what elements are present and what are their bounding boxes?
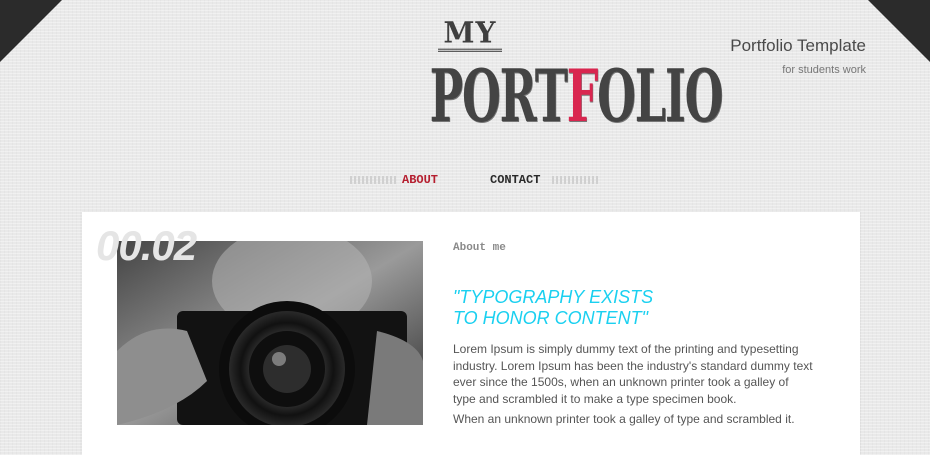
paragraph-main: Lorem Ipsum is simply dummy text of the …	[453, 342, 813, 406]
quote-text: "TYPOGRAPHY EXISTS TO HONOR CONTENT"	[453, 287, 654, 328]
nav-decoration-left	[350, 176, 396, 184]
logo-my-text: MY	[437, 17, 503, 52]
nav-decoration-right	[552, 176, 598, 184]
content-panel: 00.02 About me "TYPOGRAPHY EXISTS TO HON…	[82, 212, 860, 455]
logo-text-part: PORT	[429, 53, 568, 138]
page-number: 00.02	[96, 222, 197, 269]
main-navigation: ABOUT CONTACT	[350, 170, 600, 190]
tagline-title: Portfolio Template	[730, 36, 866, 55]
nav-link-contact[interactable]: CONTACT	[490, 173, 540, 187]
nav-link-about[interactable]: ABOUT	[402, 173, 438, 187]
site-tagline: Portfolio Template for students work	[730, 36, 866, 76]
quote-heading: "TYPOGRAPHY EXISTS TO HONOR CONTENT"	[453, 287, 753, 329]
corner-decoration-left	[0, 0, 62, 62]
logo-text-part: OLIO	[597, 53, 723, 138]
logo-portfolio-text: PORTFOLIO	[429, 51, 724, 141]
corner-decoration-right	[868, 0, 930, 62]
section-label: About me	[453, 242, 506, 254]
site-logo[interactable]: MY PORTFOLIO	[340, 17, 724, 141]
logo-accent-letter: F	[566, 53, 599, 138]
tagline-subtitle: for students work	[782, 64, 866, 76]
paragraph-secondary: When an unknown printer took a galley of…	[453, 412, 795, 426]
